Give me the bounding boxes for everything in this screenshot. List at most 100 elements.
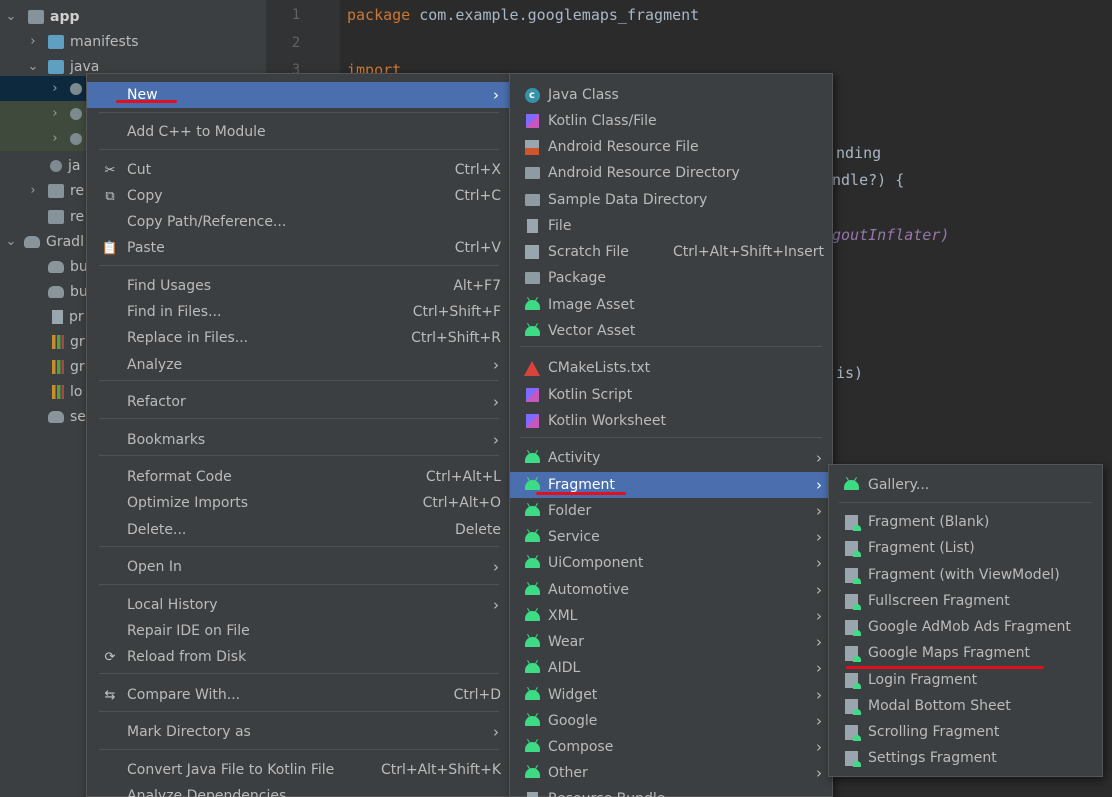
code-fragment: nding (836, 144, 882, 162)
new-menu-item-resource-bundle[interactable]: Resource Bundle (510, 786, 832, 797)
new-menu-item-cmakelists-txt[interactable]: CMakeLists.txt (510, 355, 832, 381)
menu-item-paste[interactable]: 📋 Paste Ctrl+V (87, 235, 509, 261)
new-menu-item-automotive[interactable]: Automotive › (510, 577, 832, 603)
android-icon (524, 450, 540, 466)
menu-item-refactor[interactable]: Refactor › (87, 389, 509, 415)
menu-item-add-c-to-module[interactable]: Add C++ to Module (87, 119, 509, 145)
fragment-menu-item-fragment-list[interactable]: Fragment (List) (829, 535, 1102, 561)
menu-item-repair-ide-on-file[interactable]: Repair IDE on File (87, 618, 509, 644)
menu-item-find-usages[interactable]: Find Usages Alt+F7 (87, 273, 509, 299)
new-menu-item-vector-asset[interactable]: Vector Asset (510, 318, 832, 344)
properties-file-icon (52, 384, 64, 399)
chevron-down-icon[interactable]: ⌄ (4, 9, 18, 24)
chevron-right-icon[interactable]: › (48, 131, 62, 146)
fragment-menu-item-scrolling-fragment[interactable]: Scrolling Fragment (829, 719, 1102, 745)
chevron-right-icon[interactable]: › (48, 106, 62, 121)
new-menu-item-widget[interactable]: Widget › (510, 682, 832, 708)
menu-item-delete[interactable]: Delete... Delete (87, 517, 509, 543)
new-menu-item-aidl[interactable]: AIDL › (510, 655, 832, 681)
fragment-menu-item-fragment-with-viewmodel[interactable]: Fragment (with ViewModel) (829, 562, 1102, 588)
menu-item-label: Automotive (548, 582, 629, 598)
context-menu: New › Add C++ to Module ✂ Cut Ctrl+X ⧉ Copy Ctrl… (86, 73, 510, 797)
menu-item-local-history[interactable]: Local History › (87, 592, 509, 618)
menu-item-bookmarks[interactable]: Bookmarks › (87, 427, 509, 453)
new-menu-item-android-resource-directory[interactable]: Android Resource Directory (510, 160, 832, 186)
tree-item-app[interactable]: ⌄ app (0, 4, 266, 29)
fragment-menu-item-fragment-blank[interactable]: Fragment (Blank) (829, 509, 1102, 535)
new-menu-item-activity[interactable]: Activity › (510, 445, 832, 471)
menu-item-convert-java-file-to-kotlin-file[interactable]: Convert Java File to Kotlin File Ctrl+Alt… (87, 757, 509, 783)
menu-item-cut[interactable]: ✂ Cut Ctrl+X (87, 157, 509, 183)
chevron-right-icon: › (816, 528, 822, 546)
menu-separator (520, 437, 822, 438)
chevron-down-icon[interactable]: ⌄ (4, 234, 18, 249)
new-menu-item-kotlin-class-file[interactable]: Kotlin Class/File (510, 108, 832, 134)
menu-item-find-in-files[interactable]: Find in Files... Ctrl+Shift+F (87, 299, 509, 325)
fragment-menu-item-google-admob-ads-fragment[interactable]: Google AdMob Ads Fragment (829, 614, 1102, 640)
chevron-right-icon: › (493, 86, 499, 104)
chevron-right-icon[interactable]: › (26, 34, 40, 49)
menu-item-analyze-dependencies[interactable]: Analyze Dependencies... (87, 783, 509, 797)
code-fragment: goutInflater) (832, 226, 950, 244)
kotlin-icon (524, 113, 540, 129)
menu-item-reformat-code[interactable]: Reformat Code Ctrl+Alt+L (87, 464, 509, 490)
new-menu-item-android-resource-file[interactable]: Android Resource File (510, 134, 832, 160)
menu-item-label: Kotlin Script (548, 387, 633, 403)
menu-item-label: Optimize Imports (127, 495, 248, 511)
new-menu-item-service[interactable]: Service › (510, 524, 832, 550)
new-menu-item-google[interactable]: Google › (510, 708, 832, 734)
chevron-right-icon[interactable]: › (48, 81, 62, 96)
fragment-menu-item-modal-bottom-sheet[interactable]: Modal Bottom Sheet (829, 693, 1102, 719)
menu-item-label: Wear (548, 634, 584, 650)
menu-item-replace-in-files[interactable]: Replace in Files... Ctrl+Shift+R (87, 325, 509, 351)
android-icon (524, 297, 540, 313)
new-menu-item-folder[interactable]: Folder › (510, 498, 832, 524)
java-class-icon: c (524, 87, 540, 103)
fragment-menu-item-fullscreen-fragment[interactable]: Fullscreen Fragment (829, 588, 1102, 614)
package-keyword: package (347, 6, 411, 24)
new-menu-item-file[interactable]: File (510, 213, 832, 239)
android-icon (524, 323, 540, 339)
menu-item-mark-directory-as[interactable]: Mark Directory as › (87, 719, 509, 745)
new-menu-item-package[interactable]: Package (510, 265, 832, 291)
menu-item-copy-path-reference[interactable]: Copy Path/Reference... (87, 209, 509, 235)
annotation-underline (116, 100, 177, 103)
folder-icon (524, 165, 540, 181)
menu-item-copy[interactable]: ⧉ Copy Ctrl+C (87, 183, 509, 209)
fragment-menu-item-settings-fragment[interactable]: Settings Fragment (829, 745, 1102, 771)
android-icon (524, 765, 540, 781)
chevron-right-icon: › (493, 393, 499, 411)
fragment-icon (843, 540, 861, 557)
menu-separator (99, 455, 499, 456)
new-menu-item-uicomponent[interactable]: UiComponent › (510, 550, 832, 576)
fragment-menu-item-gallery[interactable]: Gallery... (829, 472, 1102, 498)
menu-item-compare-with[interactable]: ⇆ Compare With... Ctrl+D (87, 682, 509, 708)
copy-icon: ⧉ (105, 188, 115, 204)
folder-icon (524, 192, 540, 208)
new-menu-item-wear[interactable]: Wear › (510, 629, 832, 655)
menu-item-open-in[interactable]: Open In › (87, 554, 509, 580)
chevron-down-icon[interactable]: ⌄ (26, 59, 40, 74)
menu-item-new[interactable]: New › (87, 82, 509, 108)
new-menu-item-other[interactable]: Other › (510, 760, 832, 786)
chevron-right-icon: › (816, 607, 822, 625)
package-name: com.example.googlemaps_fragment (419, 6, 700, 24)
menu-item-optimize-imports[interactable]: Optimize Imports Ctrl+Alt+O (87, 490, 509, 516)
new-menu-item-kotlin-script[interactable]: Kotlin Script (510, 382, 832, 408)
new-menu-item-scratch-file[interactable]: Scratch File Ctrl+Alt+Shift+Insert (510, 239, 832, 265)
new-menu-item-compose[interactable]: Compose › (510, 734, 832, 760)
chevron-right-icon[interactable]: › (26, 183, 40, 198)
new-menu-item-java-class[interactable]: c Java Class (510, 82, 832, 108)
new-menu-item-image-asset[interactable]: Image Asset (510, 292, 832, 318)
tree-item-manifests[interactable]: › manifests (0, 29, 266, 54)
new-menu-item-kotlin-worksheet[interactable]: Kotlin Worksheet (510, 408, 832, 434)
new-menu-item-xml[interactable]: XML › (510, 603, 832, 629)
menu-item-label: File (548, 218, 572, 234)
menu-item-label: Delete... (127, 522, 187, 538)
fragment-menu-item-google-maps-fragment[interactable]: Google Maps Fragment (829, 640, 1102, 666)
menu-item-reload-from-disk[interactable]: ⟳ Reload from Disk (87, 644, 509, 670)
fragment-menu-item-login-fragment[interactable]: Login Fragment (829, 667, 1102, 693)
menu-item-analyze[interactable]: Analyze › (87, 352, 509, 378)
new-menu-item-sample-data-directory[interactable]: Sample Data Directory (510, 187, 832, 213)
tree-item-label: re (70, 208, 85, 225)
